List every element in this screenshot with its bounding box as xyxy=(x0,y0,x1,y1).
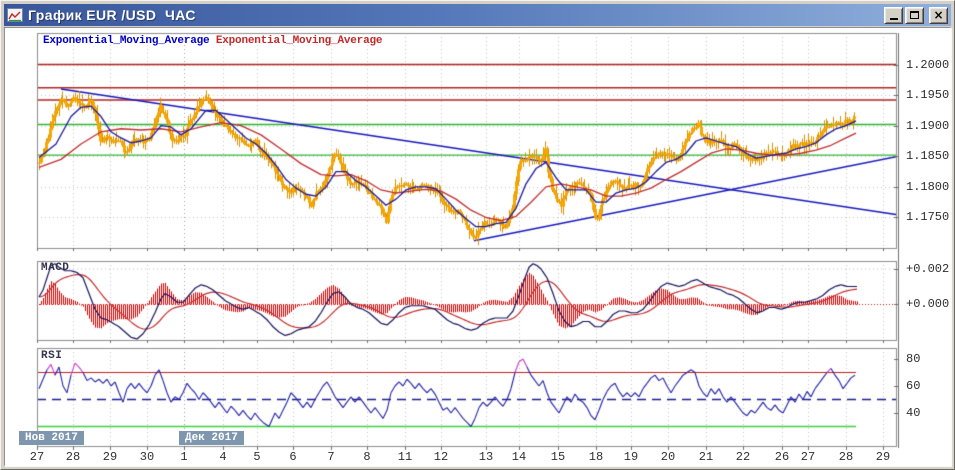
close-button[interactable]: × xyxy=(929,6,948,24)
maximize-icon xyxy=(910,11,919,19)
window-title: График EUR /USD ЧАС xyxy=(28,7,196,23)
title-bar[interactable]: График EUR /USD ЧАС × xyxy=(4,4,951,26)
chart-window: Exponential_Moving_Average Exponential_M… xyxy=(0,0,955,470)
minimize-icon xyxy=(889,18,898,20)
minimize-button[interactable] xyxy=(884,6,903,24)
maximize-button[interactable] xyxy=(905,6,924,24)
close-icon: × xyxy=(933,8,944,22)
chart-canvas[interactable] xyxy=(1,1,954,469)
chart-icon xyxy=(7,8,23,22)
